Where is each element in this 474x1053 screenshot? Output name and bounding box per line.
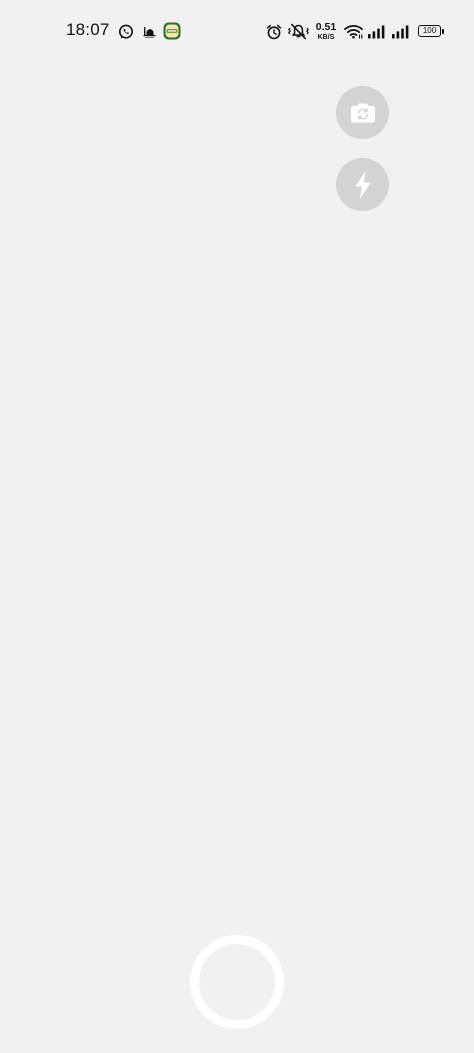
signal-bars-icon (392, 25, 409, 39)
battery-level: 100 (422, 26, 437, 35)
status-bar: 18:07 0.51 KB/S 100 (0, 0, 474, 64)
camera-switch-icon (350, 103, 375, 122)
mosque-icon (143, 27, 156, 38)
signal-bars-icon (368, 25, 385, 39)
battery-icon: 100 (418, 25, 441, 37)
switch-camera-button[interactable] (336, 86, 389, 139)
network-speed-value: 0.51 (315, 21, 337, 33)
flash-icon (355, 170, 370, 199)
alarm-icon (266, 24, 282, 40)
battery-tip (442, 29, 444, 34)
app-badge-icon (163, 22, 181, 40)
network-speed: 0.51 KB/S (314, 22, 338, 42)
status-time: 18:07 (66, 20, 110, 39)
network-speed-unit: KB/S (317, 34, 335, 41)
wifi-icon (344, 25, 363, 39)
shutter-button[interactable] (190, 935, 284, 1029)
flash-button[interactable] (336, 158, 389, 211)
whatsapp-icon (119, 24, 133, 39)
vibrate-mute-icon (288, 23, 309, 40)
